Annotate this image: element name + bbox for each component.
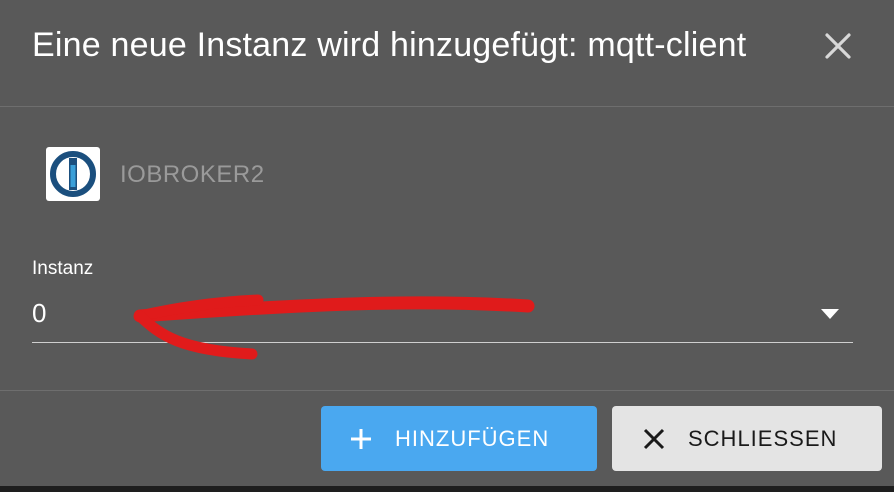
add-button-label: HINZUFÜGEN <box>395 425 550 451</box>
add-instance-dialog: Eine neue Instanz wird hinzugefügt: mqtt… <box>0 0 894 486</box>
close-icon[interactable] <box>820 28 856 64</box>
dropdown-arrow-icon[interactable] <box>820 308 840 320</box>
title-divider <box>0 106 894 107</box>
close-button-label: SCHLIESSEN <box>688 425 838 451</box>
instance-select[interactable]: 0 <box>32 288 853 343</box>
actions-divider <box>0 390 894 391</box>
add-instance-button[interactable]: HINZUFÜGEN <box>321 406 597 471</box>
plus-icon <box>351 428 371 449</box>
close-icon <box>643 428 665 449</box>
dialog-title: Eine neue Instanz wird hinzugefügt: mqtt… <box>32 26 747 64</box>
background-strip <box>0 486 894 492</box>
iobroker-logo-icon <box>46 147 100 201</box>
instance-label: Instanz <box>32 258 94 279</box>
close-dialog-button[interactable]: SCHLIESSEN <box>612 406 882 471</box>
instance-select-value: 0 <box>32 298 47 328</box>
host-name: IOBROKER2 <box>120 161 265 188</box>
